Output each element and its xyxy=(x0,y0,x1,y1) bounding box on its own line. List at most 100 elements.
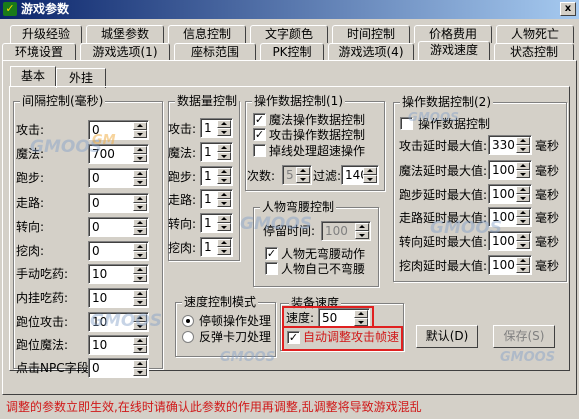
spin-up-arrow-icon[interactable] xyxy=(133,219,147,227)
interval-input-4-arrows[interactable] xyxy=(133,219,147,235)
spin-up-arrow-icon[interactable] xyxy=(133,195,147,203)
count-input-4[interactable]: 1 xyxy=(200,213,233,233)
spin-down-arrow-icon[interactable] xyxy=(133,345,147,353)
opctl2-input-4-arrows[interactable] xyxy=(516,233,530,249)
bend-check-1[interactable] xyxy=(265,262,278,275)
spin-down-arrow-icon[interactable] xyxy=(217,128,231,136)
save-button[interactable]: 保存(S) xyxy=(493,325,555,348)
stay-time-input-arrows[interactable] xyxy=(355,223,369,239)
interval-input-7[interactable]: 10 xyxy=(88,288,149,308)
stay-time-input[interactable]: 100 xyxy=(321,221,371,241)
spin-up-arrow-icon[interactable] xyxy=(516,137,530,145)
spin-down-arrow-icon[interactable] xyxy=(133,130,147,138)
opctl2-input-0-arrows[interactable] xyxy=(516,137,530,153)
interval-input-0-arrows[interactable] xyxy=(133,122,147,138)
count-input-3-arrows[interactable] xyxy=(217,191,231,207)
tab-row1-1[interactable]: 城堡参数 xyxy=(86,25,164,43)
spin-down-arrow-icon[interactable] xyxy=(516,265,530,273)
interval-input-9-arrows[interactable] xyxy=(133,337,147,353)
opctl1-check-0[interactable]: ✓ xyxy=(253,113,266,126)
count-input-1[interactable]: 1 xyxy=(200,142,233,162)
subtab-0[interactable]: 基本 xyxy=(10,66,56,86)
bend-check-0[interactable]: ✓ xyxy=(265,247,278,260)
spin-down-arrow-icon[interactable] xyxy=(133,227,147,235)
count-input-3[interactable]: 1 xyxy=(200,189,233,209)
spin-down-arrow-icon[interactable] xyxy=(355,231,369,239)
spin-up-arrow-icon[interactable] xyxy=(217,168,231,176)
tab-row2-6[interactable]: 状态控制 xyxy=(494,43,574,61)
close-button[interactable]: x xyxy=(560,2,576,16)
opctl2-input-2-arrows[interactable] xyxy=(516,186,530,202)
interval-input-4[interactable]: 0 xyxy=(88,217,149,237)
spin-down-arrow-icon[interactable] xyxy=(363,175,377,183)
spin-down-arrow-icon[interactable] xyxy=(133,368,147,376)
interval-input-10-arrows[interactable] xyxy=(133,360,147,376)
tab-row2-4[interactable]: 游戏选项(4) xyxy=(328,43,414,61)
opctl2-input-0[interactable]: 330 xyxy=(488,135,532,155)
speed-mode-radio-0[interactable] xyxy=(182,315,194,327)
opctl1-count-input[interactable]: 5 xyxy=(282,165,312,185)
spin-down-arrow-icon[interactable] xyxy=(516,241,530,249)
spin-up-arrow-icon[interactable] xyxy=(355,223,369,231)
count-input-4-arrows[interactable] xyxy=(217,215,231,231)
tab-row2-1[interactable]: 游戏选项(1) xyxy=(80,43,170,61)
interval-input-9[interactable]: 10 xyxy=(88,335,149,355)
opctl2-input-2[interactable]: 100 xyxy=(488,184,532,204)
spin-up-arrow-icon[interactable] xyxy=(133,243,147,251)
spin-up-arrow-icon[interactable] xyxy=(217,144,231,152)
spin-up-arrow-icon[interactable] xyxy=(133,170,147,178)
spin-up-arrow-icon[interactable] xyxy=(217,239,231,247)
spin-up-arrow-icon[interactable] xyxy=(133,337,147,345)
opctl2-input-1[interactable]: 100 xyxy=(488,160,532,180)
spin-down-arrow-icon[interactable] xyxy=(133,274,147,282)
interval-input-3-arrows[interactable] xyxy=(133,195,147,211)
title-bar[interactable]: ✓ 游戏参数 x xyxy=(0,0,579,19)
tab-row1-4[interactable]: 时间控制 xyxy=(332,25,410,43)
spin-down-arrow-icon[interactable] xyxy=(217,176,231,184)
spin-up-arrow-icon[interactable] xyxy=(516,186,530,194)
count-input-2[interactable]: 1 xyxy=(200,166,233,186)
spin-down-arrow-icon[interactable] xyxy=(217,247,231,255)
speed-mode-radio-1[interactable] xyxy=(182,331,194,343)
spin-up-arrow-icon[interactable] xyxy=(516,257,530,265)
tab-row2-2[interactable]: 座标范围 xyxy=(174,43,256,61)
spin-up-arrow-icon[interactable] xyxy=(363,167,377,175)
spin-down-arrow-icon[interactable] xyxy=(133,298,147,306)
opctl1-count-input-arrows[interactable] xyxy=(296,167,310,183)
tab-row1-2[interactable]: 信息控制 xyxy=(168,25,246,43)
spin-up-arrow-icon[interactable] xyxy=(516,162,530,170)
interval-input-3[interactable]: 0 xyxy=(88,193,149,213)
interval-input-2[interactable]: 0 xyxy=(88,168,149,188)
spin-down-arrow-icon[interactable] xyxy=(133,251,147,259)
tab-row2-3[interactable]: PK控制 xyxy=(260,43,324,61)
spin-up-arrow-icon[interactable] xyxy=(133,290,147,298)
spin-up-arrow-icon[interactable] xyxy=(133,146,147,154)
spin-down-arrow-icon[interactable] xyxy=(217,223,231,231)
opctl1-filter-input[interactable]: 140 xyxy=(341,165,379,185)
tab-row1-0[interactable]: 升级经验 xyxy=(10,25,82,43)
interval-input-5[interactable]: 0 xyxy=(88,241,149,261)
opctl2-input-1-arrows[interactable] xyxy=(516,162,530,178)
opctl1-check-2[interactable] xyxy=(253,144,266,157)
interval-input-6[interactable]: 10 xyxy=(88,264,149,284)
interval-input-2-arrows[interactable] xyxy=(133,170,147,186)
opctl1-filter-input-arrows[interactable] xyxy=(363,167,377,183)
count-input-1-arrows[interactable] xyxy=(217,144,231,160)
spin-down-arrow-icon[interactable] xyxy=(133,178,147,186)
spin-down-arrow-icon[interactable] xyxy=(296,175,310,183)
spin-up-arrow-icon[interactable] xyxy=(516,209,530,217)
spin-up-arrow-icon[interactable] xyxy=(296,167,310,175)
subtab-1[interactable]: 外挂 xyxy=(56,68,106,88)
tab-row1-3[interactable]: 文字颜色 xyxy=(250,25,328,43)
tab-row2-5[interactable]: 游戏速度 xyxy=(418,41,490,61)
spin-down-arrow-icon[interactable] xyxy=(516,145,530,153)
spin-down-arrow-icon[interactable] xyxy=(217,199,231,207)
spin-down-arrow-icon[interactable] xyxy=(516,217,530,225)
spin-up-arrow-icon[interactable] xyxy=(133,122,147,130)
count-input-5-arrows[interactable] xyxy=(217,239,231,255)
tab-row2-0[interactable]: 环境设置 xyxy=(2,43,76,61)
tab-row1-6[interactable]: 人物死亡 xyxy=(496,25,574,43)
spin-up-arrow-icon[interactable] xyxy=(217,120,231,128)
spin-up-arrow-icon[interactable] xyxy=(217,215,231,223)
count-input-0[interactable]: 1 xyxy=(200,118,233,138)
